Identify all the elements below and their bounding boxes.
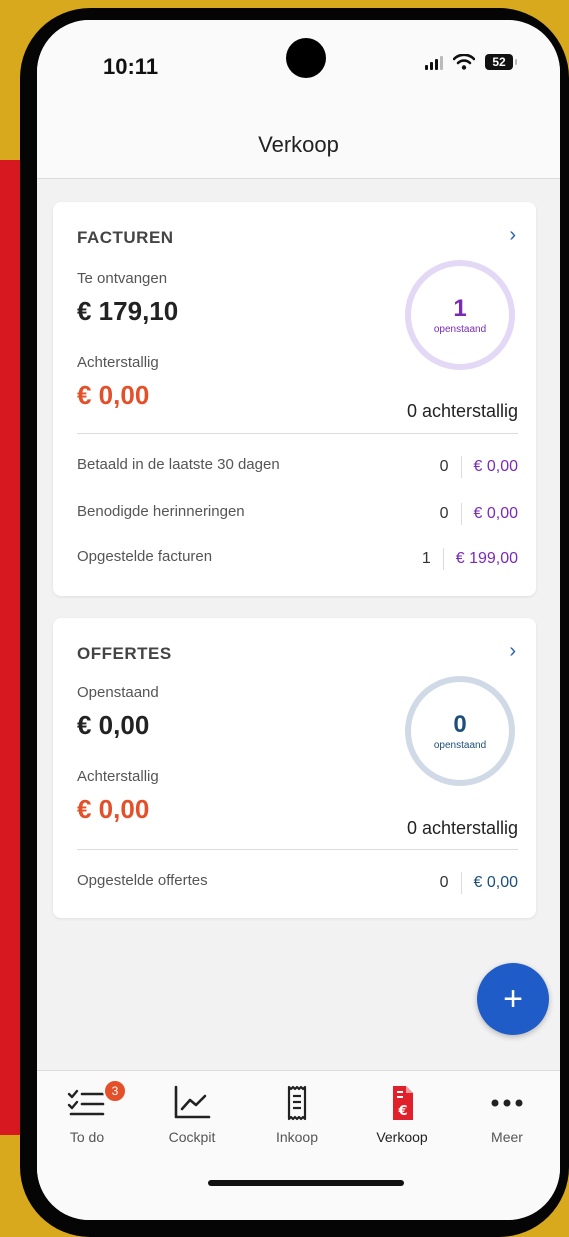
overdue-count: 0 achterstallig bbox=[406, 401, 518, 421]
row-amount: € 199,00 bbox=[455, 550, 518, 567]
open-quotes-ring-label: openstaand bbox=[433, 739, 487, 751]
front-camera bbox=[286, 38, 326, 78]
overdue-count: 0 achterstallig bbox=[406, 818, 518, 838]
add-button[interactable]: + bbox=[477, 963, 549, 1035]
tab-cockpit[interactable]: Cockpit bbox=[142, 1085, 242, 1149]
overdue-amount: € 0,00 bbox=[77, 380, 150, 410]
page-title: Verkoop bbox=[258, 132, 339, 157]
open-quotes-amount: € 0,00 bbox=[77, 710, 150, 740]
row-amount: € 0,00 bbox=[473, 458, 518, 475]
tab-todo[interactable]: 3 To do bbox=[37, 1079, 137, 1149]
receipt-icon bbox=[287, 1085, 307, 1121]
tab-label: Verkoop bbox=[376, 1129, 428, 1145]
divider bbox=[77, 433, 518, 434]
chevron-right-icon[interactable]: › bbox=[509, 640, 516, 663]
open-invoices-label: openstaand bbox=[433, 323, 487, 335]
facturen-row-reminders: Benodigde herinneringen 0 € 0,00 bbox=[77, 503, 518, 527]
wifi-icon bbox=[453, 54, 475, 70]
divider bbox=[77, 849, 518, 850]
phone-screen: 10:11 52 Verkoop FACTUREN › Te ontvangen… bbox=[37, 20, 560, 1220]
tab-verkoop[interactable]: € Verkoop bbox=[352, 1085, 452, 1149]
open-quotes-ring: 0 openstaand bbox=[405, 676, 515, 786]
row-count: 0 bbox=[439, 505, 449, 522]
status-bar: 10:11 52 bbox=[37, 20, 560, 110]
tab-meer[interactable]: Meer bbox=[457, 1085, 557, 1149]
more-icon bbox=[491, 1099, 523, 1107]
offertes-card[interactable]: OFFERTES › Openstaand € 0,00 Achterstall… bbox=[53, 618, 536, 918]
row-label: Betaald in de laatste 30 dagen bbox=[77, 456, 280, 473]
signal-icon bbox=[425, 54, 443, 70]
facturen-row-drafts: Opgestelde facturen 1 € 199,00 bbox=[77, 548, 518, 572]
offertes-title: OFFERTES bbox=[77, 644, 172, 663]
row-amount: € 0,00 bbox=[473, 505, 518, 522]
overdue-label: Achterstallig bbox=[77, 768, 159, 785]
nav-header: Verkoop bbox=[37, 110, 560, 179]
row-label: Opgestelde facturen bbox=[77, 548, 213, 565]
tab-label: Meer bbox=[491, 1129, 523, 1145]
row-label: Opgestelde offertes bbox=[77, 872, 208, 889]
battery-icon: 52 bbox=[485, 54, 517, 70]
tab-bar: 3 To do Cockpit Inkoop € Verkoop Meer bbox=[37, 1070, 560, 1220]
row-label: Benodigde herinneringen bbox=[77, 503, 245, 520]
checklist-icon bbox=[67, 1089, 105, 1116]
chart-icon bbox=[174, 1085, 211, 1119]
row-amount: € 0,00 bbox=[473, 874, 518, 891]
row-count: 1 bbox=[421, 550, 431, 567]
open-quotes-label: Openstaand bbox=[77, 684, 159, 701]
svg-text:€: € bbox=[397, 1104, 407, 1119]
invoice-euro-icon: € bbox=[393, 1086, 413, 1120]
chevron-right-icon[interactable]: › bbox=[509, 224, 516, 247]
tab-label: To do bbox=[69, 1129, 105, 1145]
row-count: 0 bbox=[439, 874, 449, 891]
facturen-row-paid: Betaald in de laatste 30 dagen 0 € 0,00 bbox=[77, 456, 518, 480]
tab-inkoop[interactable]: Inkoop bbox=[247, 1085, 347, 1149]
row-count: 0 bbox=[439, 458, 449, 475]
open-invoices-ring: 1 openstaand bbox=[405, 260, 515, 370]
open-invoices-count: 1 bbox=[453, 294, 467, 322]
offertes-row-drafts: Opgestelde offertes 0 € 0,00 bbox=[77, 872, 518, 896]
receivable-label: Te ontvangen bbox=[77, 270, 168, 287]
tab-label: Cockpit bbox=[168, 1129, 216, 1145]
facturen-card[interactable]: FACTUREN › Te ontvangen € 179,10 Achters… bbox=[53, 202, 536, 596]
overdue-amount: € 0,00 bbox=[77, 794, 150, 824]
status-icons: 52 bbox=[425, 54, 517, 70]
receivable-amount: € 179,10 bbox=[77, 296, 179, 326]
home-indicator bbox=[208, 1180, 404, 1186]
open-quotes-count: 0 bbox=[453, 710, 467, 738]
tab-label: Inkoop bbox=[275, 1129, 319, 1145]
facturen-title: FACTUREN bbox=[77, 228, 174, 247]
status-time: 10:11 bbox=[103, 54, 159, 79]
todo-badge: 3 bbox=[103, 1079, 127, 1103]
overdue-label: Achterstallig bbox=[77, 354, 159, 371]
